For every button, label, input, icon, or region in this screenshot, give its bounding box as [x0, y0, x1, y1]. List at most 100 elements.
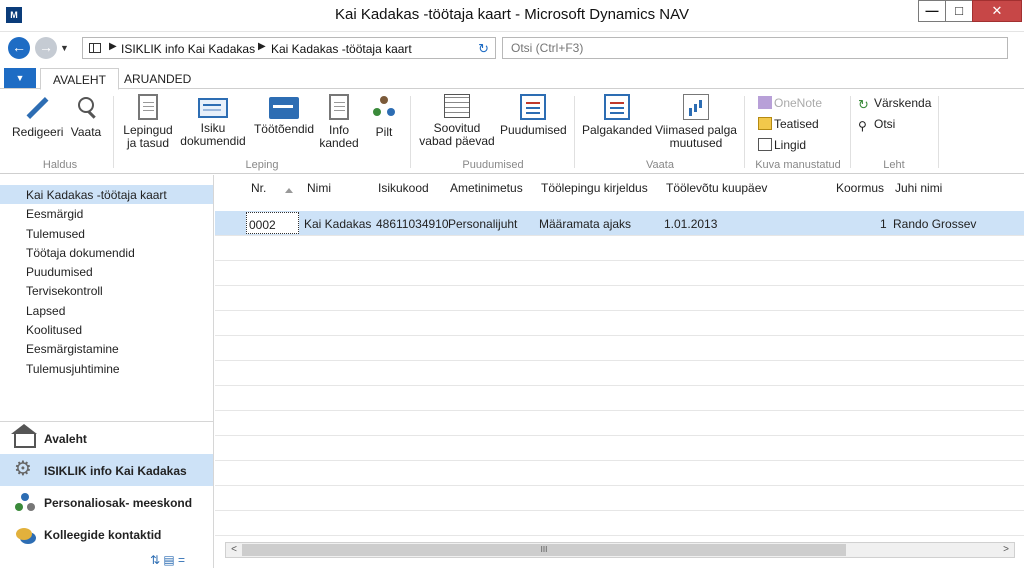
nav-item-eesmargid[interactable]: Eesmärgid	[0, 204, 213, 223]
note-icon	[758, 117, 772, 130]
activity-centers: Avaleht ISIKLIK info Kai Kadakas Persona…	[0, 421, 213, 550]
horizontal-scrollbar[interactable]: < III >	[225, 542, 1015, 558]
address-row: ← → ▼ ▶ ISIKLIK info Kai Kadakas ▶ Kai K…	[0, 33, 1024, 63]
onenote-button[interactable]: OneNote	[758, 96, 822, 110]
scroll-thumb[interactable]: III	[242, 544, 846, 556]
team-icon	[14, 492, 36, 512]
nav-item-tulemused[interactable]: Tulemused	[0, 224, 213, 243]
calendar-grid-icon	[444, 94, 470, 118]
magnifier-page-icon	[72, 94, 100, 122]
puudumised-button[interactable]: Puudumised	[500, 94, 567, 137]
pilt-button[interactable]: Pilt	[366, 94, 402, 139]
refresh-icon[interactable]: ↻	[478, 41, 489, 57]
home-icon	[11, 424, 37, 448]
group-divider	[938, 96, 939, 168]
cell-nr[interactable]: 0002	[246, 212, 299, 234]
search-input[interactable]	[502, 37, 1008, 59]
breadcrumb-item[interactable]: ISIKLIK info Kai Kadakas	[121, 42, 255, 56]
people-icon	[371, 94, 397, 122]
nav-item-puudumised[interactable]: Puudumised	[0, 262, 213, 281]
tab-aruanded[interactable]: ARUANDED	[112, 68, 203, 90]
maximize-button[interactable]: □	[945, 0, 973, 22]
group-divider	[850, 96, 851, 168]
forward-arrow-icon[interactable]: →	[35, 37, 57, 59]
back-arrow-icon[interactable]: ←	[8, 37, 30, 59]
center-kolleegide-kontaktid[interactable]: Kolleegide kontaktid	[0, 518, 213, 550]
cell-koormus[interactable]: 1	[880, 217, 887, 231]
column-header-juhi-nimi[interactable]: Juhi nimi	[895, 181, 942, 195]
column-header-koormus[interactable]: Koormus	[836, 181, 884, 195]
center-personaliosak[interactable]: Personaliosak- meeskond	[0, 486, 213, 518]
otsi-button[interactable]: ⚲ Otsi	[858, 117, 895, 133]
scroll-right-button[interactable]: >	[998, 543, 1014, 557]
column-header-nimi[interactable]: Nimi	[307, 181, 331, 195]
nav-item-tervisekontroll[interactable]: Tervisekontroll	[0, 281, 213, 300]
cell-ametinimetus[interactable]: Personalijuht	[448, 217, 517, 231]
cell-isikukood[interactable]: 48611034910	[376, 217, 449, 231]
salary-entries-icon	[604, 94, 630, 120]
window-title: Kai Kadakas -töötaja kaart - Microsoft D…	[334, 6, 690, 23]
contacts-icon	[14, 524, 36, 544]
group-divider	[744, 96, 745, 168]
nav-item-tootaja-dokumendid[interactable]: Töötaja dokumendid	[0, 243, 213, 262]
absence-report-icon	[520, 94, 546, 120]
cell-kuupaev[interactable]: 1.01.2013	[664, 217, 717, 231]
column-header-kirjeldus[interactable]: Töölepingu kirjeldus	[541, 181, 648, 195]
scroll-left-button[interactable]: <	[226, 543, 242, 557]
breadcrumb-item[interactable]: Kai Kadakas -töötaja kaart	[271, 42, 412, 56]
window-icon	[89, 43, 101, 53]
redigeeri-button[interactable]: Redigeeri	[12, 94, 63, 139]
vaata-button[interactable]: Vaata	[68, 94, 104, 139]
group-label-kuva-manustatud: Kuva manustatud	[755, 159, 841, 171]
gears-icon	[14, 456, 36, 481]
column-header-ametinimetus[interactable]: Ametinimetus	[450, 181, 523, 195]
varskenda-button[interactable]: ↻ Värskenda	[858, 96, 931, 112]
minimize-button[interactable]: —	[918, 0, 946, 22]
breadcrumb-separator-icon: ▶	[258, 41, 266, 52]
empty-row	[215, 411, 1024, 436]
nav-item-eesmargistamine[interactable]: Eesmärgistamine	[0, 339, 213, 358]
employee-grid: Nr. Nimi Isikukood Ametinimetus Töölepin…	[215, 175, 1024, 568]
tootoendid-button[interactable]: Töötõendid	[252, 94, 316, 136]
navigation-pane: Kai Kadakas -töötaja kaart Eesmärgid Tul…	[0, 175, 214, 568]
center-avaleht[interactable]: Avaleht	[0, 422, 213, 454]
nav-item-tootaja-kaart[interactable]: Kai Kadakas -töötaja kaart	[0, 185, 213, 205]
nav-item-lapsed[interactable]: Lapsed	[0, 301, 213, 320]
empty-row	[215, 336, 1024, 361]
history-dropdown-icon[interactable]: ▼	[60, 43, 69, 53]
info-entries-icon	[329, 94, 349, 120]
soovitud-vabad-paevad-button[interactable]: Soovitud vabad päevad	[418, 94, 496, 148]
navigation-pane-tools-icon[interactable]: ⇅ ▤ =	[150, 553, 185, 567]
column-header-kuupaev[interactable]: Töölevõtu kuupäev	[666, 181, 767, 195]
info-kanded-button[interactable]: Info kanded	[318, 94, 360, 150]
column-header-isikukood[interactable]: Isikukood	[378, 181, 429, 195]
link-page-icon	[758, 138, 772, 151]
empty-row	[215, 511, 1024, 536]
viimased-palga-muutused-button[interactable]: Viimased palga muutused	[654, 94, 738, 150]
nav-item-koolitused[interactable]: Koolitused	[0, 320, 213, 339]
related-pages-list: Kai Kadakas -töötaja kaart Eesmärgid Tul…	[0, 185, 213, 378]
empty-row	[215, 436, 1024, 461]
column-header-nr[interactable]: Nr.	[251, 181, 266, 195]
close-button[interactable]: ✕	[972, 0, 1022, 22]
group-label-leping: Leping	[245, 159, 279, 171]
lepingud-button[interactable]: Lepingud ja tasud	[120, 94, 176, 150]
cell-nimi[interactable]: Kai Kadakas	[304, 217, 371, 231]
cell-juhi-nimi[interactable]: Rando Grossev	[893, 217, 976, 231]
application-menu-button[interactable]: ▼	[4, 68, 36, 88]
nav-item-tulemusjuhtimine[interactable]: Tulemusjuhtimine	[0, 359, 213, 378]
palgakanded-button[interactable]: Palgakanded	[582, 94, 652, 137]
empty-row	[215, 461, 1024, 486]
isiku-dokumendid-button[interactable]: Isiku dokumendid	[180, 94, 246, 148]
cell-kirjeldus[interactable]: Määramata ajaks	[539, 217, 631, 231]
table-row[interactable]: 0002 Kai Kadakas 48611034910 Personaliju…	[215, 211, 1024, 236]
center-isiklik-info[interactable]: ISIKLIK info Kai Kadakas	[0, 454, 213, 486]
ribbon: Redigeeri Vaata Haldus Lepingud ja tasud…	[0, 90, 1024, 174]
salary-chart-icon	[683, 94, 709, 120]
group-label-haldus: Haldus	[42, 159, 78, 171]
lingid-button[interactable]: Lingid	[758, 138, 806, 152]
tab-avaleht[interactable]: AVALEHT	[40, 68, 119, 90]
teatised-button[interactable]: Teatised	[758, 117, 819, 131]
breadcrumb[interactable]: ▶ ISIKLIK info Kai Kadakas ▶ Kai Kadakas…	[82, 37, 496, 59]
empty-row	[215, 236, 1024, 261]
